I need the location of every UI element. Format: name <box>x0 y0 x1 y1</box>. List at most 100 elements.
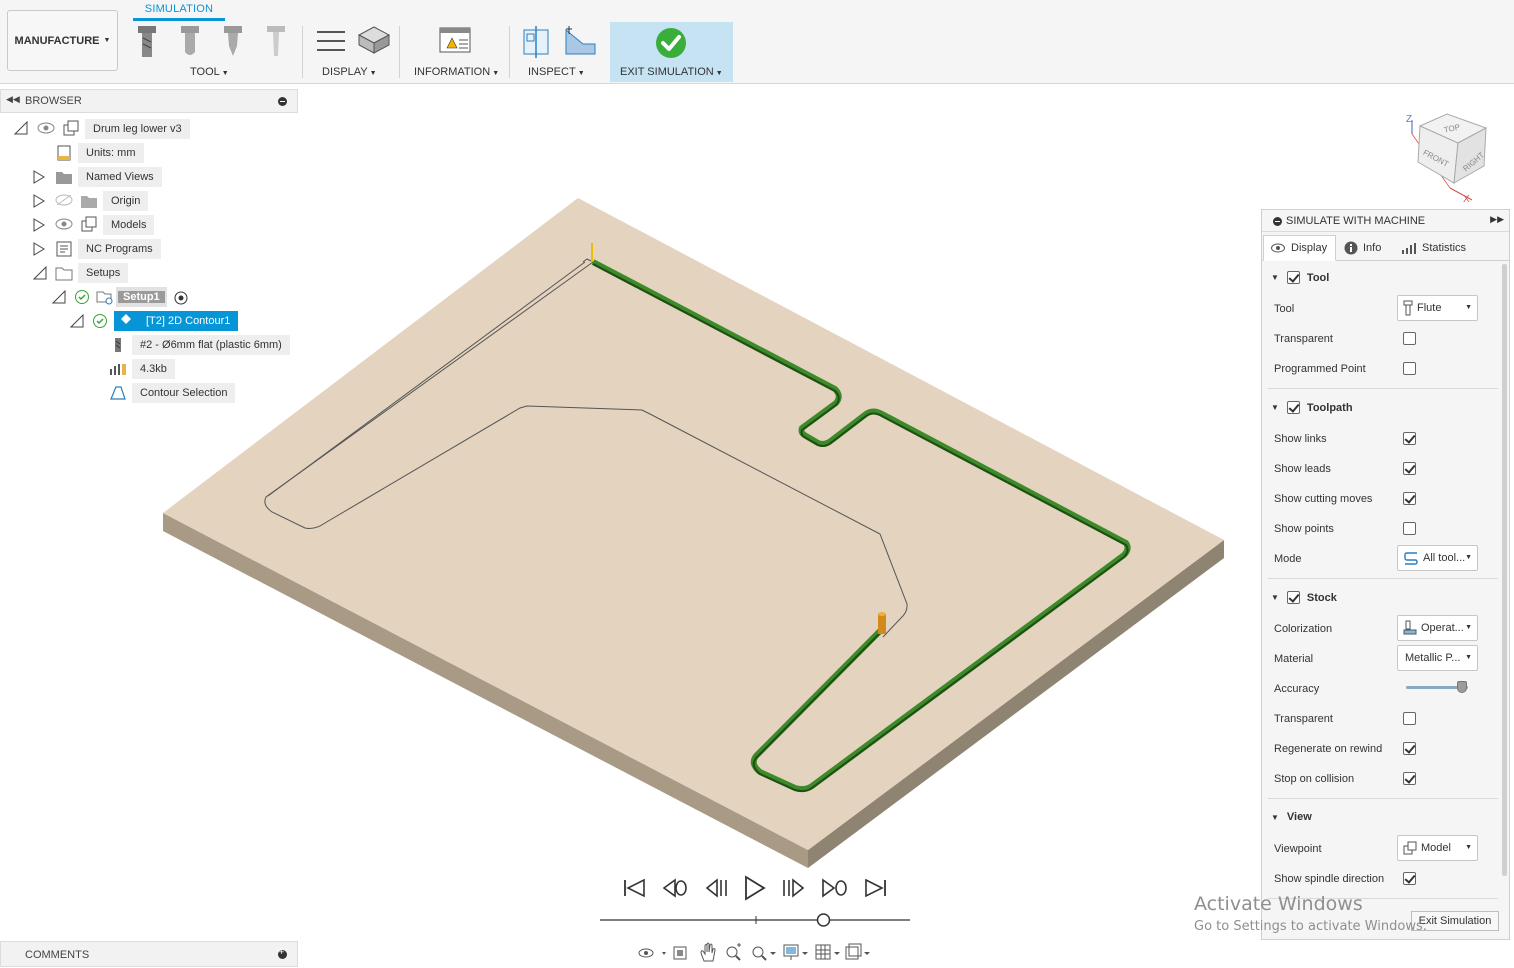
colorization-dropdown[interactable]: Operat... ▼ <box>1397 615 1478 641</box>
tree-item-origin[interactable]: Origin <box>103 191 149 211</box>
go-to-end-icon[interactable] <box>865 878 886 898</box>
tool-dropdown[interactable]: Flute ▼ <box>1397 295 1478 321</box>
flute-icon <box>1403 300 1413 316</box>
tool-menu[interactable]: TOOL ▼ <box>190 66 229 78</box>
activate-radio-icon[interactable] <box>173 290 189 306</box>
show-links-label: Show links <box>1274 433 1327 445</box>
zoom-icon[interactable] <box>726 943 741 961</box>
collapse-triangle-icon[interactable] <box>14 121 28 135</box>
timeline-scrubber[interactable] <box>816 913 831 927</box>
eye-icon[interactable] <box>54 217 74 231</box>
expand-triangle-icon[interactable] <box>33 170 45 184</box>
tree-item-root[interactable]: Drum leg lower v3 <box>85 119 190 139</box>
tree-item-nc-programs[interactable]: NC Programs <box>78 239 161 259</box>
stock-section-header[interactable]: ▼ Stock <box>1271 591 1337 604</box>
tree-item-operation[interactable]: [T2] 2D Contour1 <box>114 311 239 331</box>
play-icon[interactable] <box>745 875 766 901</box>
tool-transparent-checkbox[interactable] <box>1403 332 1416 345</box>
previous-operation-icon[interactable] <box>662 878 687 898</box>
simulate-panel-header[interactable]: SIMULATE WITH MACHINE ▶▶ <box>1262 210 1509 232</box>
chamfer-mill-icon[interactable] <box>224 26 242 56</box>
collapse-triangle-icon[interactable] <box>70 314 84 328</box>
inspect-menu[interactable]: INSPECT ▼ <box>528 66 585 78</box>
tool-label: Tool <box>1274 303 1295 315</box>
programmed-point-checkbox[interactable] <box>1403 362 1416 375</box>
ball-end-mill-icon[interactable] <box>181 26 199 55</box>
show-leads-checkbox[interactable] <box>1403 462 1416 475</box>
eye-hidden-icon[interactable] <box>54 193 74 207</box>
add-comment-icon[interactable] <box>278 947 287 959</box>
toolpath-section-checkbox[interactable] <box>1286 401 1300 414</box>
toolpath-section-header[interactable]: ▼ Toolpath <box>1271 401 1353 414</box>
measure-icon[interactable] <box>565 26 596 55</box>
orbit-icon[interactable] <box>638 948 666 958</box>
layers-icon[interactable] <box>317 31 345 51</box>
tree-item-models[interactable]: Models <box>103 215 155 235</box>
pan-icon[interactable] <box>700 942 716 962</box>
minimize-panel-icon[interactable] <box>1273 217 1282 226</box>
show-points-checkbox[interactable] <box>1403 522 1416 535</box>
show-spindle-direction-checkbox[interactable] <box>1403 872 1416 885</box>
workspace-switcher[interactable]: MANUFACTURE ▼ <box>7 10 118 71</box>
expand-triangle-icon[interactable] <box>33 194 45 208</box>
tree-item-units[interactable]: Units: mm <box>78 143 144 163</box>
tree-item-named-views[interactable]: Named Views <box>78 167 162 187</box>
accuracy-slider-thumb[interactable] <box>1456 681 1467 693</box>
tree-item-tool[interactable]: #2 - Ø6mm flat (plastic 6mm) <box>132 335 290 355</box>
collapse-triangle-icon[interactable] <box>33 266 47 280</box>
panel-scrollbar[interactable] <box>1502 264 1507 876</box>
next-operation-icon[interactable] <box>822 878 847 898</box>
tab-simulation[interactable]: SIMULATION <box>133 0 225 21</box>
show-cutting-moves-checkbox[interactable] <box>1403 492 1416 505</box>
exit-simulation-panel-button[interactable]: Exit Simulation <box>1411 911 1499 931</box>
stock-icon[interactable] <box>357 26 391 54</box>
step-forward-icon[interactable] <box>783 878 805 898</box>
collapse-triangle-icon[interactable] <box>52 290 66 304</box>
simulation-timeline[interactable] <box>600 912 910 928</box>
comments-panel[interactable]: COMMENTS <box>0 941 298 967</box>
go-to-start-icon[interactable] <box>624 878 645 898</box>
tree-item-setup1[interactable]: Setup1 <box>118 291 165 303</box>
tree-item-size[interactable]: 4.3kb <box>132 359 175 379</box>
regenerate-on-rewind-checkbox[interactable] <box>1403 742 1416 755</box>
flat-end-mill-icon[interactable] <box>138 26 156 57</box>
display-settings-icon[interactable] <box>783 944 808 960</box>
information-menu[interactable]: INFORMATION ▼ <box>414 66 499 78</box>
drill-icon[interactable] <box>267 26 285 56</box>
tool-section-header[interactable]: ▼ Tool <box>1271 271 1329 284</box>
stop-on-collision-checkbox[interactable] <box>1403 772 1416 785</box>
information-icon[interactable] <box>439 24 473 58</box>
browser-header[interactable]: ◀◀ BROWSER <box>0 89 298 113</box>
mode-dropdown[interactable]: All tool... ▼ <box>1397 545 1478 571</box>
display-menu[interactable]: DISPLAY ▼ <box>322 66 377 78</box>
view-cube[interactable]: Z X TOP FRONT RIGHT <box>1400 108 1500 208</box>
material-dropdown[interactable]: Metallic P... ▼ <box>1397 645 1478 671</box>
show-spindle-direction-label: Show spindle direction <box>1274 873 1385 885</box>
collapse-icon[interactable]: ◀◀ <box>6 94 20 105</box>
tree-item-setups[interactable]: Setups <box>78 263 129 283</box>
section-analysis-icon[interactable] <box>523 26 549 58</box>
expand-triangle-icon[interactable] <box>33 242 45 256</box>
simulate-panel: SIMULATE WITH MACHINE ▶▶ Display Info St… <box>1261 209 1510 940</box>
tab-statistics[interactable]: Statistics <box>1395 235 1475 261</box>
show-links-checkbox[interactable] <box>1403 432 1416 445</box>
expand-panel-icon[interactable]: ▶▶ <box>1490 214 1504 225</box>
step-back-icon[interactable] <box>705 878 727 898</box>
look-at-icon[interactable] <box>673 946 687 960</box>
minimize-panel-icon[interactable] <box>278 97 287 106</box>
exit-simulation-button[interactable]: EXIT SIMULATION ▼ <box>610 22 733 82</box>
eye-icon[interactable] <box>36 121 56 135</box>
tool-section-checkbox[interactable] <box>1286 271 1300 284</box>
folder-icon <box>56 172 72 184</box>
viewpoint-dropdown[interactable]: Model ▼ <box>1397 835 1478 861</box>
viewports-icon[interactable] <box>845 943 870 960</box>
tab-display[interactable]: Display <box>1263 235 1336 261</box>
view-section-header[interactable]: ▼ View <box>1271 811 1312 823</box>
fit-icon[interactable] <box>752 946 776 961</box>
grid-settings-icon[interactable] <box>815 944 840 960</box>
tab-info[interactable]: Info <box>1338 235 1395 261</box>
expand-triangle-icon[interactable] <box>33 218 45 232</box>
stock-transparent-checkbox[interactable] <box>1403 712 1416 725</box>
stock-section-checkbox[interactable] <box>1286 591 1300 604</box>
tree-item-contour-selection[interactable]: Contour Selection <box>132 383 236 403</box>
